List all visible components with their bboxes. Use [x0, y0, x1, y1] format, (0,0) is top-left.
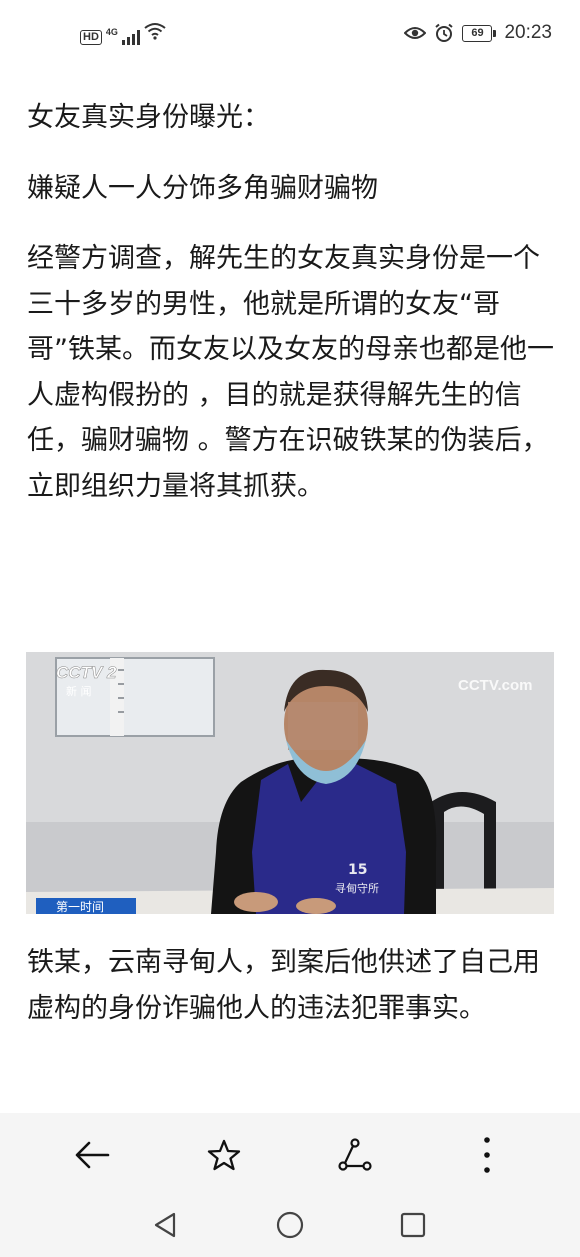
share-button[interactable]	[333, 1133, 377, 1177]
news-photo[interactable]: 15 寻甸守所 CCTV 2 新 闻 CCTV.com 第一时间	[26, 652, 554, 914]
arrow-left-icon	[75, 1141, 110, 1169]
hd-badge: HD	[80, 30, 102, 45]
channel-sub: 新 闻	[66, 684, 92, 698]
bottom-toolbar	[0, 1113, 580, 1195]
triangle-back-icon	[154, 1212, 176, 1238]
favorite-button[interactable]	[202, 1133, 246, 1177]
system-nav-bar	[0, 1195, 580, 1257]
battery-level: 69	[462, 24, 493, 42]
status-left: HD 4G	[80, 22, 166, 45]
article-heading: 女友真实身份曝光：	[27, 102, 270, 133]
circle-home-icon	[276, 1211, 304, 1239]
program-tag: 第一时间	[56, 900, 104, 914]
star-icon	[207, 1139, 241, 1171]
signal-icon	[121, 29, 140, 45]
eye-icon	[404, 25, 427, 41]
alarm-icon	[434, 23, 454, 43]
share-icon	[338, 1138, 372, 1171]
article-subheading: 嫌疑人一人分饰多角骗财骗物	[27, 172, 378, 204]
watermark: CCTV.com	[458, 677, 532, 694]
network-type: 4G	[105, 27, 118, 37]
nav-recents-button[interactable]	[393, 1205, 433, 1245]
wifi-icon	[144, 22, 166, 45]
nav-home-button[interactable]	[270, 1205, 310, 1245]
vest-text: 寻甸守所	[335, 881, 379, 895]
more-vertical-icon	[484, 1137, 490, 1173]
more-button[interactable]	[465, 1133, 509, 1177]
vest-number: 15	[348, 862, 367, 878]
article-paragraph: 经警方调查，解先生的女友真实身份是一个三十多岁的男性，他就是所谓的女友“哥哥”铁…	[27, 243, 554, 502]
status-right: 69 20:23	[404, 22, 552, 44]
status-time: 20:23	[504, 22, 552, 43]
article-body: 女友真实身份曝光： 嫌疑人一人分饰多角骗财骗物 经警方调查，解先生的女友真实身份…	[27, 95, 557, 509]
nav-back-button[interactable]	[145, 1205, 185, 1245]
photo-caption: 铁某，云南寻甸人，到案后他供述了自己用虚构的身份诈骗他人的违法犯罪事实。	[27, 947, 540, 1024]
square-recents-icon	[400, 1212, 426, 1238]
back-button[interactable]	[70, 1133, 114, 1177]
battery-icon: 69	[462, 24, 497, 42]
status-bar: HD 4G 69 20:23	[0, 0, 580, 70]
channel-logo: CCTV 2	[56, 663, 117, 682]
